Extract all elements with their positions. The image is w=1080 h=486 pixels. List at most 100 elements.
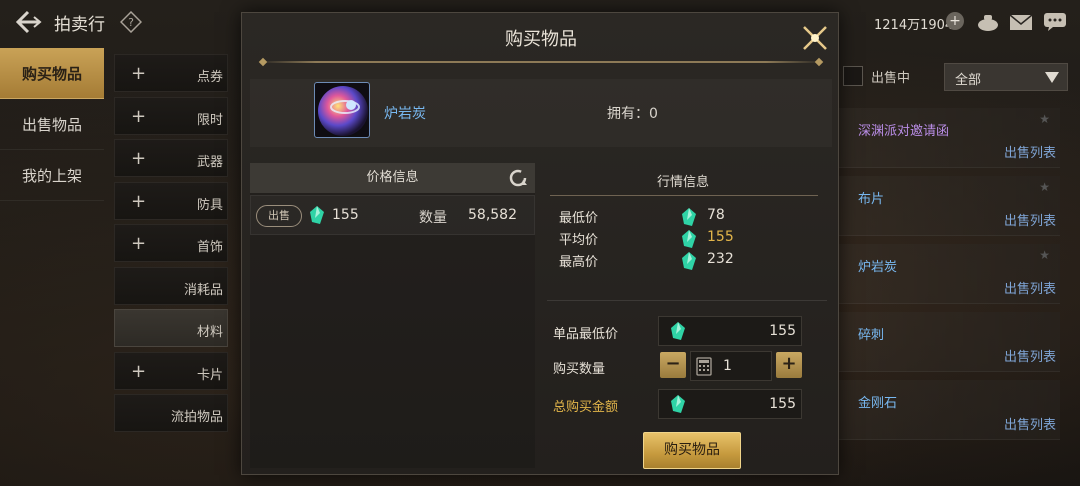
- category-label: 消耗品: [183, 282, 223, 298]
- divider-ornament: [814, 57, 824, 67]
- category-item[interactable]: + 武器: [114, 139, 228, 177]
- buy-quantity-value: 1: [723, 358, 732, 374]
- buy-quantity-label: 购买数量: [553, 362, 606, 377]
- list-item[interactable]: ★ 布片 出售列表: [838, 176, 1060, 236]
- sell-list-link[interactable]: 出售列表: [1004, 210, 1056, 229]
- expand-icon: +: [131, 360, 147, 382]
- price-info-title: 价格信息: [366, 170, 419, 185]
- category-item[interactable]: + 限时: [114, 96, 228, 135]
- price-info-header: 价格信息: [250, 163, 535, 193]
- list-item[interactable]: ★ 炉岩炭 出售列表: [838, 244, 1060, 304]
- filter-value: 全部: [955, 73, 982, 88]
- star-icon[interactable]: ★: [1039, 180, 1050, 194]
- avg-price-value: 155: [707, 229, 734, 245]
- category-item[interactable]: + 防具: [114, 181, 228, 220]
- category-label: 防具: [196, 197, 223, 213]
- form-divider: [547, 300, 827, 301]
- on-sale-checkbox[interactable]: [843, 66, 863, 86]
- item-name: 深渊派对邀请函: [858, 124, 950, 139]
- listing-row[interactable]: 出售 155 数量 58,582: [250, 195, 535, 235]
- sell-list-link[interactable]: 出售列表: [1004, 142, 1056, 161]
- total-amount-label: 总购买金额: [553, 400, 619, 415]
- total-amount-field: 155: [658, 389, 802, 419]
- market-divider: [550, 195, 818, 196]
- category-item[interactable]: + 点券: [114, 54, 228, 92]
- filter-dropdown[interactable]: 全部: [944, 63, 1068, 91]
- left-nav: 购买物品 出售物品 我的上架: [0, 48, 104, 201]
- refresh-icon[interactable]: [508, 168, 528, 188]
- category-item[interactable]: + 卡片: [114, 351, 228, 390]
- on-sale-label: 出售中: [871, 71, 911, 86]
- list-item[interactable]: 碎刺 出售列表: [838, 312, 1060, 372]
- star-icon[interactable]: ★: [1039, 112, 1050, 126]
- market-info-title: 行情信息: [656, 175, 709, 190]
- title-divider: [258, 57, 824, 67]
- star-icon[interactable]: ★: [1039, 248, 1050, 262]
- gem-icon: [682, 230, 696, 248]
- item-name: 金刚石: [858, 396, 898, 411]
- price-info-panel: 价格信息 出售 155 数量 58,582: [250, 163, 535, 468]
- expand-icon: +: [131, 105, 147, 127]
- item-header: 炉岩炭 拥有：0: [250, 79, 832, 147]
- close-icon[interactable]: [798, 21, 832, 55]
- gem-icon: [682, 252, 696, 270]
- expand-icon: +: [131, 63, 147, 84]
- currency-amount: 1214万1904: [874, 18, 954, 33]
- dropdown-arrow-icon: [1045, 72, 1059, 83]
- category-item[interactable]: 流拍物品: [114, 394, 228, 432]
- decrease-quantity-button[interactable]: −: [660, 352, 686, 378]
- gem-icon: [310, 206, 324, 224]
- listing-price: 155: [332, 207, 359, 223]
- shop-bag-icon[interactable]: [976, 12, 1000, 32]
- quantity-label: 数量: [419, 210, 447, 226]
- category-label: 点券: [196, 70, 223, 85]
- min-price-label: 最低价: [559, 211, 599, 226]
- buy-item-button[interactable]: 购买物品: [643, 432, 741, 469]
- min-price-value: 78: [707, 207, 725, 223]
- page-title: 拍卖行: [54, 15, 105, 35]
- category-item-selected[interactable]: 材料: [114, 309, 228, 347]
- list-item[interactable]: ★ 深渊派对邀请函 出售列表: [838, 108, 1060, 168]
- unit-min-price-field: 155: [658, 316, 802, 346]
- dialog-title: 购买物品: [505, 29, 577, 50]
- category-label: 武器: [196, 155, 223, 170]
- nav-buy-items[interactable]: 购买物品: [0, 48, 104, 99]
- add-currency-icon[interactable]: +: [946, 12, 964, 30]
- back-arrow-icon[interactable]: [14, 8, 44, 36]
- category-item[interactable]: + 首饰: [114, 224, 228, 262]
- sell-badge: 出售: [256, 205, 302, 227]
- item-orb-icon: [314, 82, 370, 138]
- nav-sell-items[interactable]: 出售物品: [0, 99, 104, 150]
- expand-icon: +: [131, 233, 147, 254]
- list-item[interactable]: 金刚石 出售列表: [838, 380, 1060, 440]
- gem-icon: [671, 322, 685, 340]
- category-item[interactable]: 消耗品: [114, 266, 228, 305]
- category-label: 首饰: [196, 240, 223, 255]
- chat-icon[interactable]: [1043, 12, 1067, 32]
- expand-icon: +: [131, 190, 147, 212]
- item-name: 布片: [858, 192, 885, 207]
- calculator-icon[interactable]: [696, 357, 712, 376]
- item-name: 碎刺: [858, 328, 885, 343]
- owned-count: 拥有：0: [607, 106, 658, 122]
- svg-text:?: ?: [128, 16, 134, 29]
- sell-list-link[interactable]: 出售列表: [1004, 278, 1056, 297]
- max-price-label: 最高价: [559, 255, 599, 270]
- expand-icon: +: [131, 148, 147, 169]
- item-name: 炉岩炭: [384, 106, 426, 122]
- help-icon[interactable]: ?: [120, 11, 142, 33]
- buy-item-dialog: 购买物品 炉岩炭 拥有：0 价格信息 出售 155 数量 58,582 行情信息…: [241, 12, 839, 475]
- sell-list-link[interactable]: 出售列表: [1004, 414, 1056, 433]
- total-amount-value: 155: [769, 396, 796, 412]
- nav-my-listings[interactable]: 我的上架: [0, 150, 104, 201]
- buy-quantity-input[interactable]: 1: [690, 351, 772, 381]
- gem-icon: [671, 395, 685, 413]
- gem-icon: [682, 208, 696, 226]
- sell-list-link[interactable]: 出售列表: [1004, 346, 1056, 365]
- max-price-value: 232: [707, 251, 734, 267]
- item-name: 炉岩炭: [858, 260, 898, 275]
- mail-icon[interactable]: [1009, 12, 1033, 32]
- unit-min-price-label: 单品最低价: [553, 327, 619, 342]
- avg-price-label: 平均价: [559, 233, 599, 248]
- increase-quantity-button[interactable]: +: [776, 352, 802, 378]
